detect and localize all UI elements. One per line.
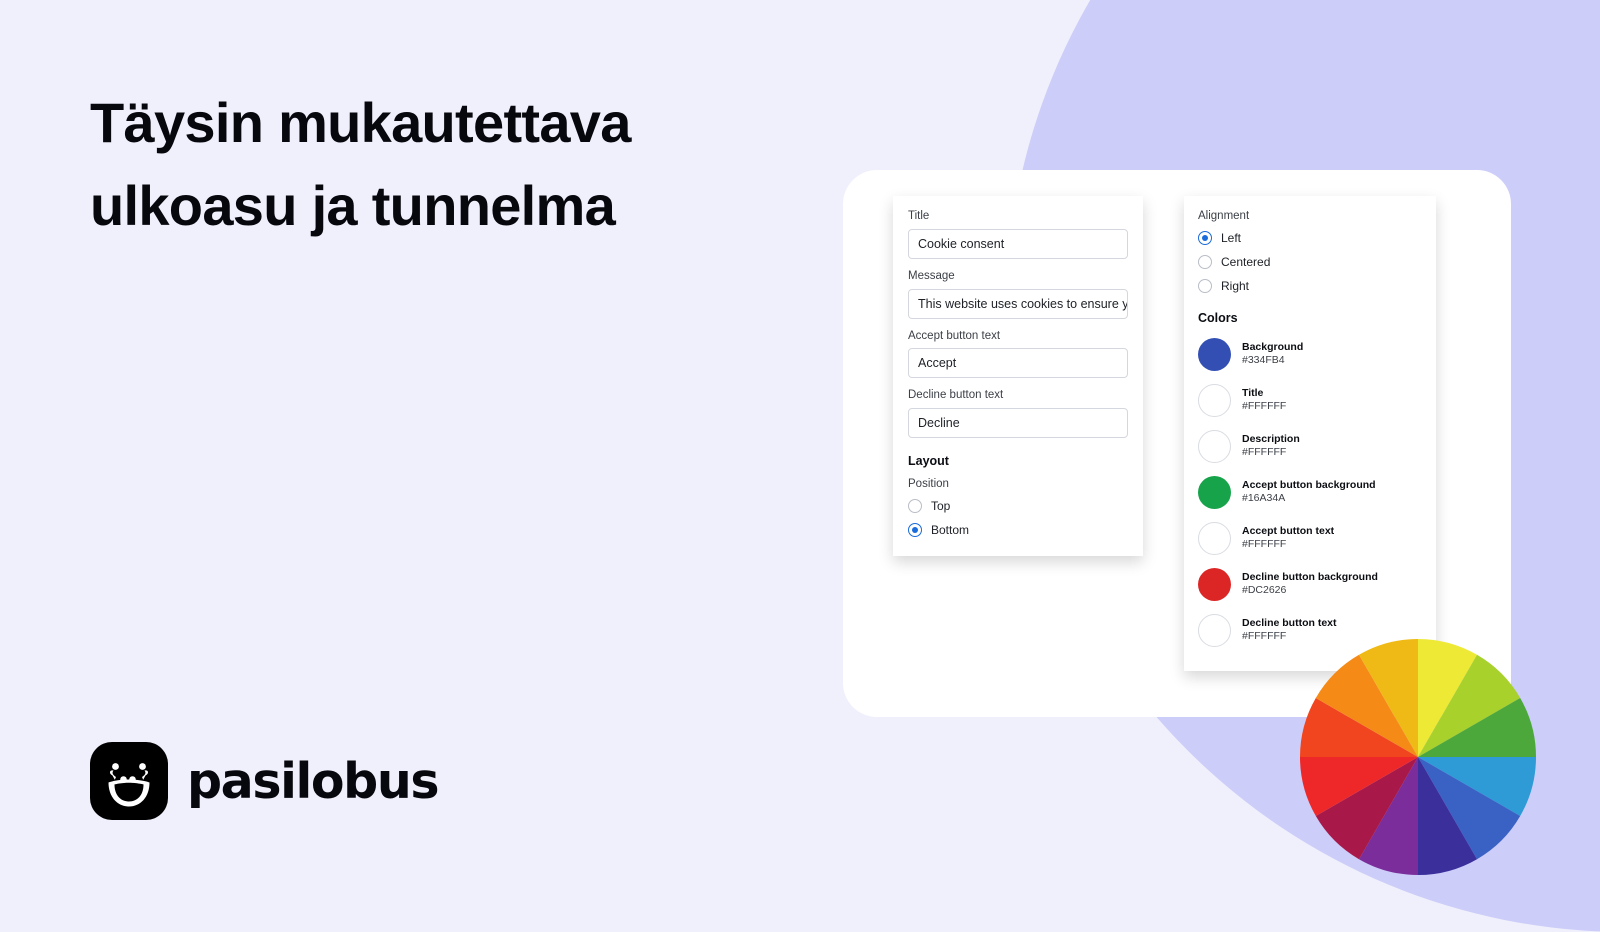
color-row-decline-button-background[interactable]: Decline button background #DC2626	[1198, 565, 1422, 603]
message-input[interactable]: This website uses cookies to ensure y	[908, 288, 1128, 319]
radio-position-top[interactable]: Top	[908, 497, 1128, 515]
content-settings-panel: Title Cookie consent Message This websit…	[893, 196, 1143, 556]
color-hex-accept-button-background: #16A34A	[1242, 492, 1286, 504]
field-label-title: Title	[908, 210, 930, 222]
decline-button-text-input[interactable]: Decline	[908, 408, 1128, 439]
color-swatch-accept-button-text[interactable]	[1198, 521, 1231, 555]
brand-logo: pasilobus	[90, 742, 439, 820]
color-hex-decline-button-background: #DC2626	[1242, 584, 1287, 596]
color-name-accept-button-text: Accept button text	[1242, 524, 1335, 537]
field-accept-button-text: Accept button text Accept	[908, 330, 1128, 379]
radio-label-bottom: Bottom	[931, 523, 970, 538]
color-swatch-accept-button-background[interactable]	[1198, 475, 1231, 509]
color-hex-background: #334FB4	[1242, 354, 1285, 366]
radio-icon-centered[interactable]	[1198, 255, 1212, 269]
color-hex-title: #FFFFFF	[1242, 400, 1287, 412]
appearance-settings-panel: Alignment Left Centered Right Colors Bac…	[1184, 196, 1436, 671]
color-name-decline-button-background: Decline button background	[1242, 570, 1378, 583]
colors-section-heading: Colors	[1198, 311, 1238, 325]
field-label-accept-button-text: Accept button text	[908, 329, 1001, 342]
alignment-label: Alignment	[1198, 210, 1250, 222]
color-wheel-icon	[1300, 639, 1536, 875]
color-hex-accept-button-text: #FFFFFF	[1242, 538, 1287, 550]
brand-wordmark: pasilobus	[187, 752, 439, 810]
color-name-accept-button-background: Accept button background	[1242, 478, 1376, 491]
color-name-background: Background	[1242, 340, 1304, 353]
color-name-decline-button-text: Decline button text	[1242, 616, 1337, 629]
title-input[interactable]: Cookie consent	[908, 228, 1128, 259]
field-title: Title Cookie consent	[908, 210, 1128, 259]
radio-icon-left[interactable]	[1198, 231, 1212, 245]
field-label-message: Message	[908, 269, 955, 282]
radio-label-centered: Centered	[1221, 255, 1271, 269]
color-swatch-description[interactable]	[1198, 429, 1231, 463]
color-row-accept-button-background[interactable]: Accept button background #16A34A	[1198, 473, 1422, 511]
layout-section-heading: Layout	[908, 454, 949, 469]
field-decline-button-text: Decline button text Decline	[908, 389, 1128, 439]
color-name-description: Description	[1242, 432, 1300, 445]
color-row-accept-button-text[interactable]: Accept button text #FFFFFF	[1198, 519, 1422, 557]
radio-alignment-left[interactable]: Left	[1198, 229, 1422, 247]
color-name-title: Title	[1242, 386, 1264, 399]
radio-icon-top[interactable]	[908, 499, 922, 514]
page-title: Täysin mukautettava ulkoasu ja tunnelma	[90, 82, 790, 248]
smiley-face-icon	[90, 742, 168, 820]
radio-icon-right[interactable]	[1198, 279, 1212, 293]
radio-position-bottom[interactable]: Bottom	[908, 521, 1128, 539]
headline-line-1: Täysin mukautettava	[90, 91, 631, 154]
color-swatch-decline-button-background[interactable]	[1198, 567, 1231, 601]
radio-label-top: Top	[931, 499, 951, 514]
color-row-background[interactable]: Background #334FB4	[1198, 335, 1422, 373]
radio-label-right: Right	[1221, 279, 1250, 293]
position-label: Position	[908, 478, 949, 491]
field-message: Message This website uses cookies to ens…	[908, 270, 1128, 319]
color-swatch-decline-button-text[interactable]	[1198, 613, 1231, 647]
color-swatch-background[interactable]	[1198, 337, 1231, 371]
color-hex-description: #FFFFFF	[1242, 446, 1287, 458]
color-row-title[interactable]: Title #FFFFFF	[1198, 381, 1422, 419]
accept-button-text-input[interactable]: Accept	[908, 348, 1128, 379]
radio-alignment-centered[interactable]: Centered	[1198, 253, 1422, 271]
color-row-description[interactable]: Description #FFFFFF	[1198, 427, 1422, 465]
headline-line-2: ulkoasu ja tunnelma	[90, 173, 616, 237]
field-label-decline-button-text: Decline button text	[908, 389, 1004, 402]
radio-label-left: Left	[1221, 231, 1242, 245]
color-swatch-title[interactable]	[1198, 383, 1231, 417]
radio-alignment-right[interactable]: Right	[1198, 277, 1422, 295]
radio-icon-bottom[interactable]	[908, 523, 922, 538]
